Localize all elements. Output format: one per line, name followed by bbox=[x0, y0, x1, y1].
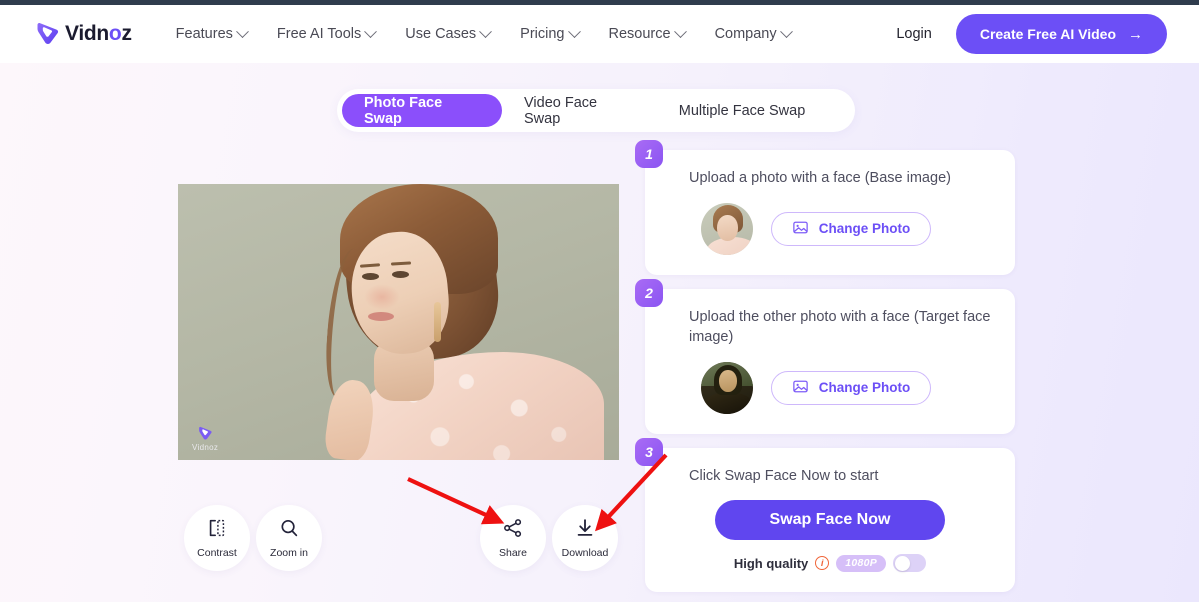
share-button[interactable]: Share bbox=[480, 505, 546, 571]
download-label: Download bbox=[561, 547, 609, 559]
change-target-photo-button[interactable]: Change Photo bbox=[771, 370, 931, 405]
watermark-v-mark-icon bbox=[197, 425, 214, 442]
tab-video-face-swap[interactable]: Video Face Swap bbox=[502, 94, 652, 127]
nav-item-company[interactable]: Company bbox=[714, 24, 793, 42]
header-actions: Login Create Free AI Video → bbox=[896, 14, 1167, 54]
logo-word-part-b: z bbox=[121, 22, 132, 45]
step-title-1: Upload a photo with a face (Base image) bbox=[689, 170, 951, 186]
download-arrow-icon bbox=[574, 517, 596, 544]
face-swap-mode-tabs: Photo Face Swap Video Face Swap Multiple… bbox=[337, 89, 855, 132]
magnifier-icon bbox=[278, 517, 300, 544]
step-badge-3: 3 bbox=[635, 437, 663, 466]
steps-panel: 1 Upload a photo with a face (Base image… bbox=[635, 140, 1015, 602]
nav-label: Use Cases bbox=[405, 26, 477, 42]
portrait-cheek bbox=[364, 284, 400, 310]
high-quality-toggle[interactable] bbox=[893, 554, 927, 573]
vidnoz-watermark: Vidnoz bbox=[192, 425, 218, 452]
step-title-3: Click Swap Face Now to start bbox=[689, 467, 879, 484]
nav-item-use-cases[interactable]: Use Cases bbox=[405, 24, 493, 42]
tab-label: Multiple Face Swap bbox=[678, 102, 806, 119]
contrast-compare-icon bbox=[206, 517, 228, 544]
chevron-down-icon bbox=[567, 24, 581, 38]
change-photo-label: Change Photo bbox=[818, 221, 911, 237]
thumb-dress bbox=[703, 391, 753, 414]
nav-label: Company bbox=[714, 26, 777, 42]
chevron-down-icon bbox=[479, 24, 493, 38]
base-image-thumbnail[interactable] bbox=[701, 202, 753, 255]
change-photo-label: Change Photo bbox=[818, 380, 911, 396]
swap-face-now-button[interactable]: Swap Face Now bbox=[715, 500, 945, 541]
nav-item-resource[interactable]: Resource bbox=[608, 24, 687, 42]
toggle-knob bbox=[894, 555, 910, 571]
preview-action-toolbar: Contrast Zoom in Share Download bbox=[178, 505, 619, 577]
vidnoz-v-mark-icon bbox=[34, 20, 62, 48]
portrait-illustration bbox=[178, 184, 619, 460]
download-button[interactable]: Download bbox=[552, 505, 618, 571]
step-card-3: 3 Click Swap Face Now to start Swap Face… bbox=[635, 437, 1015, 593]
main-navigation: Features Free AI Tools Use Cases Pricing… bbox=[175, 24, 793, 42]
tab-label: Video Face Swap bbox=[524, 94, 598, 127]
nav-label: Free AI Tools bbox=[276, 26, 362, 42]
tab-multiple-face-swap[interactable]: Multiple Face Swap bbox=[652, 94, 832, 127]
info-circle-icon[interactable]: i bbox=[815, 556, 830, 571]
watermark-label: Vidnoz bbox=[192, 443, 219, 452]
nav-item-free-ai-tools[interactable]: Free AI Tools bbox=[276, 24, 378, 42]
resolution-badge: 1080P bbox=[836, 554, 887, 572]
step-badge-1: 1 bbox=[635, 140, 663, 168]
chevron-down-icon bbox=[364, 24, 378, 38]
nav-item-pricing[interactable]: Pricing bbox=[520, 24, 581, 42]
vidnoz-logo[interactable]: Vidn o z bbox=[34, 20, 132, 48]
high-quality-label: High quality bbox=[733, 555, 809, 571]
result-preview-image[interactable]: Vidnoz bbox=[178, 184, 619, 460]
thumb-face bbox=[717, 214, 738, 241]
change-base-photo-button[interactable]: Change Photo bbox=[771, 211, 931, 246]
chevron-down-icon bbox=[779, 24, 793, 38]
nav-item-features[interactable]: Features bbox=[175, 24, 249, 42]
nav-label: Features bbox=[175, 26, 233, 42]
zoom-in-button[interactable]: Zoom in bbox=[256, 505, 322, 571]
arrow-right-icon: → bbox=[1128, 25, 1143, 43]
image-picture-icon bbox=[792, 219, 809, 239]
zoom-in-label: Zoom in bbox=[270, 547, 308, 559]
contrast-label: Contrast bbox=[197, 547, 237, 559]
contrast-button[interactable]: Contrast bbox=[184, 505, 250, 571]
target-face-thumbnail[interactable] bbox=[701, 361, 753, 414]
nav-label: Resource bbox=[608, 26, 671, 42]
portrait-lips bbox=[368, 312, 394, 321]
high-quality-row: High quality i 1080P bbox=[667, 554, 993, 573]
image-picture-icon bbox=[792, 378, 809, 398]
share-nodes-icon bbox=[502, 517, 524, 544]
site-header: Vidn o z Features Free AI Tools Use Cases … bbox=[0, 5, 1199, 63]
portrait-earring bbox=[434, 302, 441, 342]
step-title-2: Upload the other photo with a face (Targ… bbox=[689, 308, 991, 346]
thumb-face bbox=[719, 369, 737, 392]
tab-photo-face-swap[interactable]: Photo Face Swap bbox=[342, 94, 502, 127]
logo-word-o: o bbox=[108, 22, 122, 45]
portrait-eye-right bbox=[392, 271, 409, 278]
tab-label: Photo Face Swap bbox=[364, 94, 443, 127]
step-card-1: 1 Upload a photo with a face (Base image… bbox=[635, 140, 1015, 275]
step-row-1: Change Photo bbox=[701, 202, 993, 255]
chevron-down-icon bbox=[673, 24, 687, 38]
cta-label: Create Free AI Video bbox=[979, 26, 1116, 42]
step-row-2: Change Photo bbox=[701, 361, 993, 414]
step-badge-2: 2 bbox=[635, 278, 663, 307]
login-link[interactable]: Login bbox=[896, 26, 931, 42]
share-label: Share bbox=[498, 547, 528, 559]
logo-word-part-a: Vidn bbox=[65, 22, 109, 45]
create-free-ai-video-button[interactable]: Create Free AI Video → bbox=[955, 14, 1167, 54]
step-card-2: 2 Upload the other photo with a face (Ta… bbox=[635, 278, 1015, 434]
logo-wordmark: Vidn o z bbox=[65, 22, 132, 46]
nav-label: Pricing bbox=[520, 26, 565, 42]
chevron-down-icon bbox=[236, 24, 249, 38]
